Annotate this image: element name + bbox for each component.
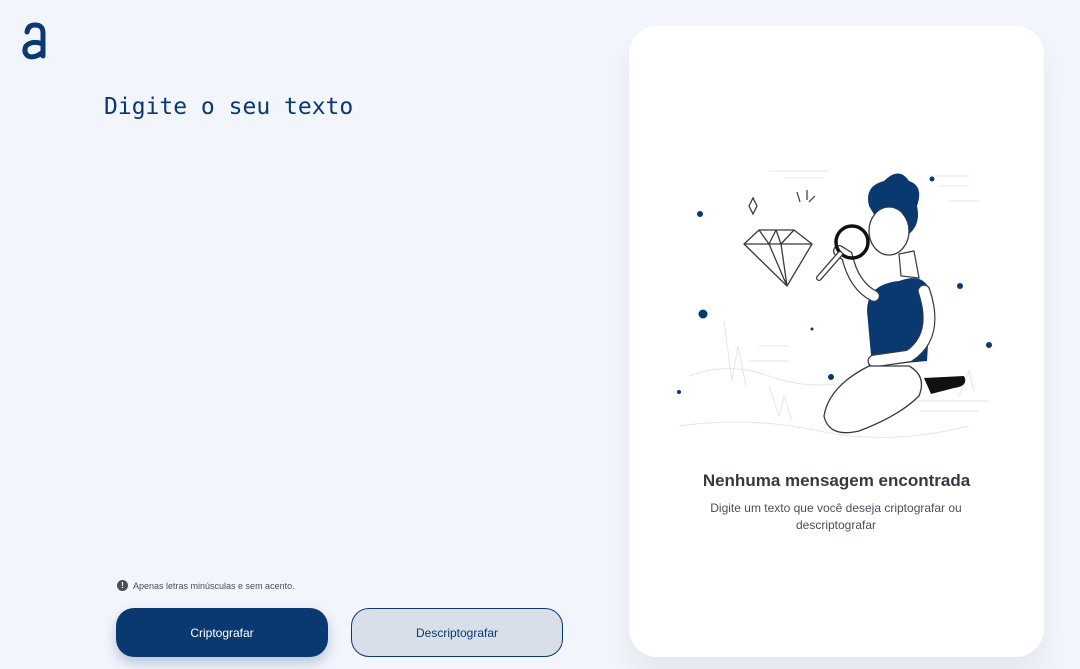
info-circle-icon: ! bbox=[117, 580, 128, 591]
hint: ! Apenas letras minúsculas e sem acento. bbox=[117, 580, 295, 591]
hint-text: Apenas letras minúsculas e sem acento. bbox=[133, 580, 295, 591]
empty-state-title: Nenhuma mensagem encontrada bbox=[702, 471, 971, 490]
person-with-magnifying-glass-illustration bbox=[669, 146, 1009, 466]
output-panel: Nenhuma mensagem encontrada Digite um te… bbox=[629, 26, 1044, 657]
alura-logo-icon bbox=[20, 22, 50, 62]
empty-state-description: Digite um texto que você deseja criptogr… bbox=[710, 501, 962, 532]
decrypt-button[interactable]: Descriptografar bbox=[351, 608, 563, 657]
encrypt-button[interactable]: Criptografar bbox=[116, 608, 328, 657]
message-input[interactable] bbox=[104, 90, 574, 560]
